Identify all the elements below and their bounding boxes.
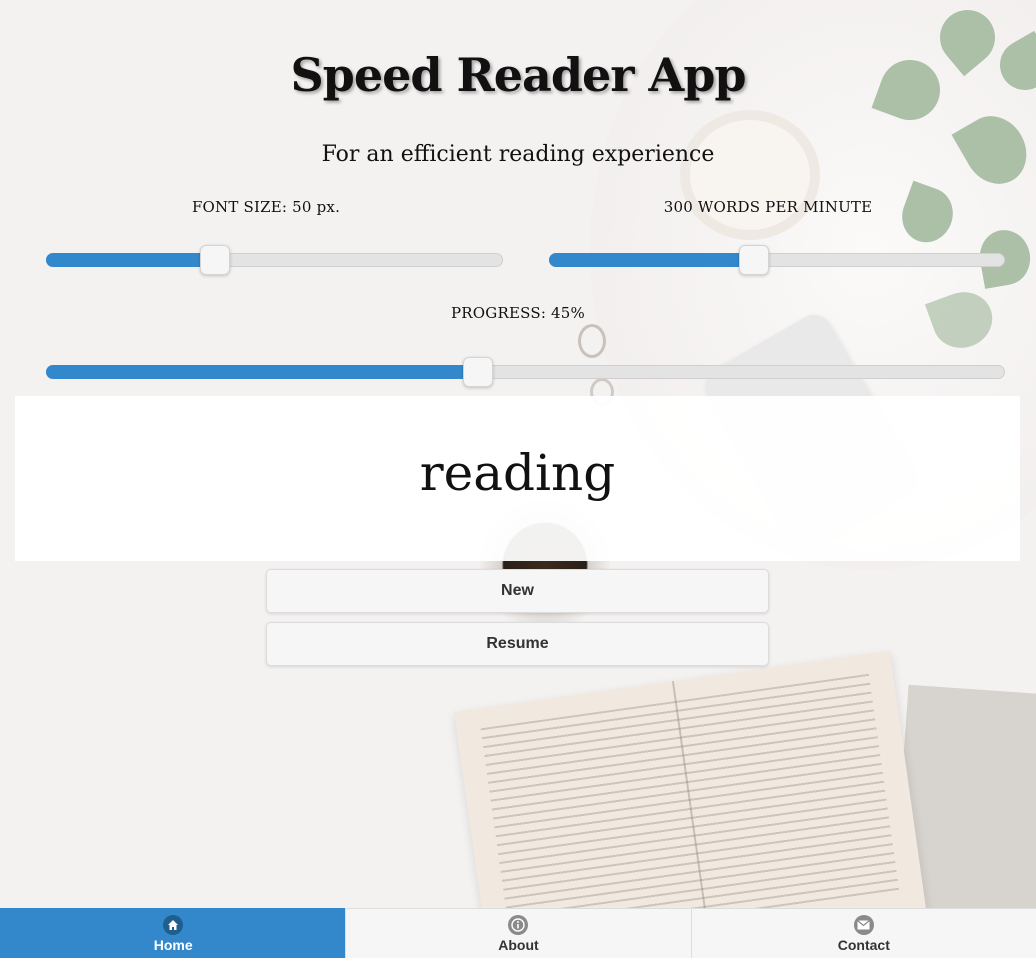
progress-slider[interactable] xyxy=(46,357,1005,387)
wpm-label: 300 WORDS PER MINUTE xyxy=(663,198,873,216)
nav-about[interactable]: About xyxy=(345,908,691,958)
wpm-slider[interactable] xyxy=(549,245,1005,275)
font-size-slider[interactable] xyxy=(46,245,503,275)
info-icon xyxy=(508,914,529,935)
font-size-label: FONT SIZE: 50 px. xyxy=(191,198,341,216)
nav-about-label: About xyxy=(498,936,539,953)
slider-fill xyxy=(46,365,478,379)
new-button[interactable]: New xyxy=(266,569,769,613)
page-subtitle: For an efficient reading experience xyxy=(321,142,715,167)
slider-handle[interactable] xyxy=(200,245,231,275)
slider-fill xyxy=(549,253,755,267)
nav-contact-label: Contact xyxy=(837,936,890,953)
progress-label: PROGRESS: 45% xyxy=(451,304,585,322)
current-word: reading xyxy=(419,444,616,502)
nav-home[interactable]: Home xyxy=(0,908,346,958)
mail-icon xyxy=(853,914,874,935)
nav-contact[interactable]: Contact xyxy=(690,908,1036,958)
slider-handle[interactable] xyxy=(739,245,770,275)
nav-home-label: Home xyxy=(153,936,193,953)
page-title: Speed Reader App xyxy=(290,48,746,102)
bottom-navbar: Home About Contact xyxy=(0,908,1036,958)
resume-button[interactable]: Resume xyxy=(266,622,769,666)
slider-fill xyxy=(46,253,216,267)
slider-handle[interactable] xyxy=(462,357,493,387)
reader-panel: reading xyxy=(15,396,1020,561)
home-icon xyxy=(163,914,184,935)
